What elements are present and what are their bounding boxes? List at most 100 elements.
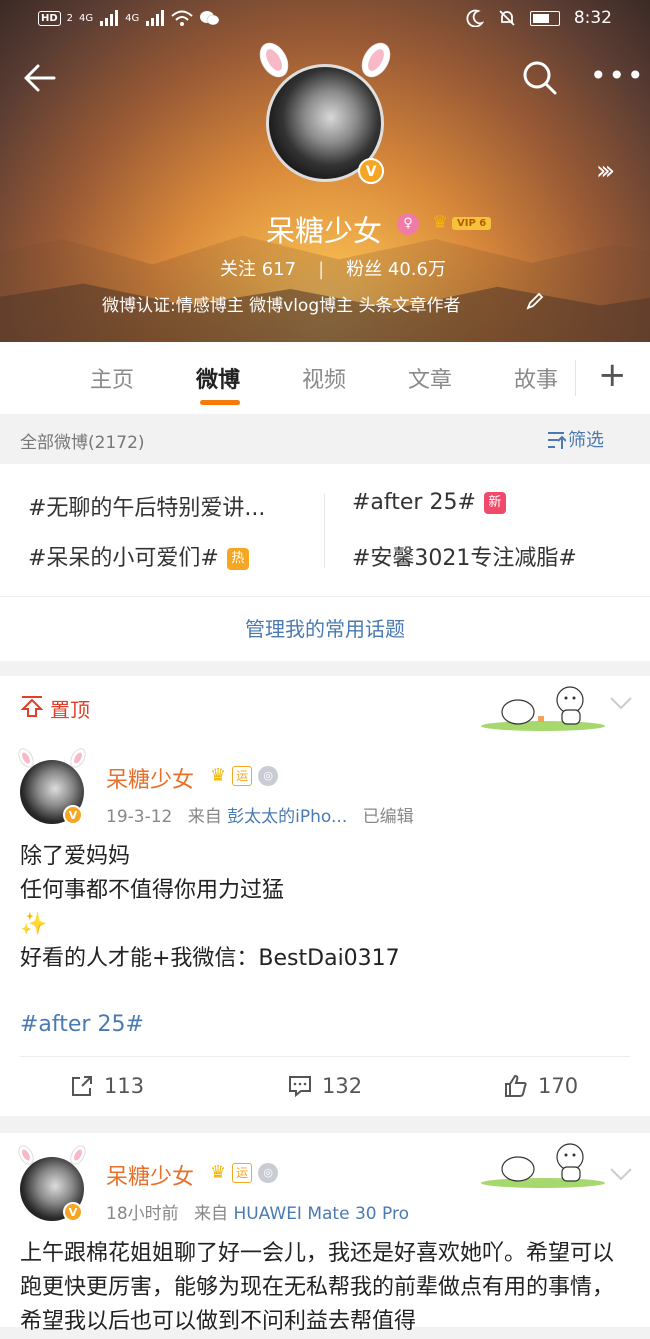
post-author-name[interactable]: 呆糖少女 — [106, 1159, 194, 1191]
topic-item[interactable]: #after 25# 新 — [352, 490, 506, 515]
from-label: 来自 — [194, 1204, 229, 1224]
author-badges: ♛ 运 ◎ — [210, 1162, 279, 1183]
wechat-icon — [200, 11, 220, 26]
tab-weibo[interactable]: 微博 — [196, 362, 240, 394]
battery-icon — [529, 10, 560, 26]
active-tab-indicator — [200, 400, 240, 405]
vip-badge[interactable]: VIP 6 — [452, 217, 492, 230]
repost-button[interactable]: 113 — [70, 1074, 144, 1098]
profile-tabs: 主页 微博 视频 文章 故事 + — [0, 342, 650, 414]
crown-icon: ♛ — [432, 212, 449, 233]
signal-icon — [100, 10, 119, 26]
tab-stories[interactable]: 故事 — [514, 362, 558, 394]
post-author-name[interactable]: 呆糖少女 — [106, 762, 194, 794]
verified-badge-icon: V — [63, 805, 83, 825]
from-label: 来自 — [187, 807, 222, 827]
post-card[interactable]: V 呆糖少女 ♛ 运 ◎ 18小时前 来自 HUAWEI Mate 30 Pro… — [0, 1133, 650, 1334]
verified-badge-icon: V — [358, 158, 384, 184]
author-badges: ♛ 运 ◎ — [210, 765, 279, 786]
verification-text: 微博认证:情感博主 微博vlog博主 头条文章作者 — [102, 296, 461, 316]
new-badge: 新 — [483, 492, 506, 514]
fans-count: 40.6万 — [387, 259, 446, 280]
divider — [575, 360, 576, 396]
post-text-line: 好看的人才能+我微信：BestDai0317 — [20, 946, 400, 971]
tab-home[interactable]: 主页 — [90, 362, 134, 394]
sheep-sticker-decoration — [481, 686, 605, 731]
post-meta: 18小时前 来自 HUAWEI Mate 30 Pro — [106, 1199, 409, 1224]
sheep-sticker-decoration — [481, 1143, 605, 1188]
topic-text: #呆呆的小可爱们# — [28, 546, 219, 571]
follow-label: 关注 — [220, 259, 256, 280]
fans-stat[interactable]: 粉丝 40.6万 — [346, 259, 446, 280]
crown-icon: ♛ — [210, 765, 227, 786]
hot-badge: 热 — [226, 548, 249, 570]
search-icon[interactable] — [520, 58, 560, 98]
more-options-icon[interactable]: ••• — [590, 62, 644, 90]
status-bar: HD 2 4G 4G 8:32 — [0, 0, 650, 40]
edited-label: 已编辑 — [362, 807, 414, 827]
pinned-header: 置顶 — [0, 676, 650, 737]
thumbs-up-icon — [505, 1074, 527, 1097]
post-count: 全部微博(2172) — [20, 433, 145, 453]
post-date: 19-3-12 — [106, 807, 173, 827]
comment-icon — [289, 1076, 311, 1098]
topics-panel: #无聊的午后特别爱讲... #after 25# 新 #呆呆的小可爱们# 热 #安馨… — [0, 464, 650, 596]
back-arrow-icon[interactable] — [20, 58, 60, 98]
post-text-line: 除了爱妈妈 — [20, 844, 131, 869]
verified-badge-icon: V — [63, 1202, 83, 1222]
post-source[interactable]: HUAWEI Mate 30 Pro — [233, 1204, 409, 1224]
topic-text: #安馨3021专注减脂# — [352, 546, 577, 571]
divider — [324, 494, 325, 568]
sim-number: 2 — [66, 12, 74, 24]
signal-icon — [146, 10, 165, 26]
tab-articles[interactable]: 文章 — [408, 362, 452, 394]
status-time: 8:32 — [573, 8, 612, 28]
post-text-line: 任何事都不值得你用力过猛 — [20, 878, 285, 903]
moon-icon — [466, 9, 484, 27]
female-icon: ♀ — [397, 213, 419, 235]
filter-bar: 全部微博(2172) 筛选 — [0, 414, 650, 464]
comment-count: 132 — [322, 1074, 363, 1098]
follow-count: 617 — [261, 259, 297, 280]
post-meta: 19-3-12 来自 彭太太的iPho... 已编辑 — [106, 802, 414, 827]
topic-text: #无聊的午后特别爱讲... — [28, 496, 266, 521]
add-tab-icon[interactable]: + — [598, 358, 627, 392]
manage-topics-button[interactable]: 管理我的常用话题 — [0, 596, 650, 661]
topic-item[interactable]: #呆呆的小可爱们# 热 — [28, 540, 249, 572]
divider: | — [318, 259, 325, 280]
profile-header: HD 2 4G 4G 8:32 ••• V ››› 呆糖少女 ♀ ♛ VIP 6… — [0, 0, 650, 342]
mute-icon — [499, 10, 515, 26]
edit-pencil-icon[interactable] — [526, 292, 544, 310]
profile-name: 呆糖少女 — [266, 214, 383, 248]
luck-badge: 运 — [232, 765, 253, 786]
like-button[interactable]: 170 — [504, 1074, 578, 1098]
crown-icon: ♛ — [210, 1162, 227, 1183]
filter-icon[interactable] — [546, 430, 566, 450]
share-icon — [72, 1076, 92, 1096]
follow-stat[interactable]: 关注 617 — [220, 259, 296, 280]
topic-item[interactable]: #无聊的午后特别爱讲... — [28, 490, 265, 522]
chevrons-right-icon[interactable]: ››› — [596, 156, 615, 186]
sparkle-emoji: ✨ — [20, 912, 48, 937]
comment-button[interactable]: 132 — [288, 1074, 362, 1098]
tab-video[interactable]: 视频 — [302, 362, 346, 394]
fans-label: 粉丝 — [346, 259, 383, 280]
post-source[interactable]: 彭太太的iPho... — [227, 807, 347, 827]
chevron-down-icon[interactable] — [610, 696, 632, 710]
topic-item[interactable]: #安馨3021专注减脂# — [352, 540, 577, 572]
like-count: 170 — [538, 1074, 579, 1098]
wifi-icon — [171, 10, 193, 26]
divider — [20, 1056, 630, 1057]
topic-text: #after 25# — [352, 490, 476, 515]
profile-stats: 关注 617 | 粉丝 40.6万 — [220, 255, 446, 281]
pinned-label: 置顶 — [50, 698, 90, 722]
medal-icon: ◎ — [258, 765, 279, 786]
post-card[interactable]: V 呆糖少女 ♛ 运 ◎ 19-3-12 来自 彭太太的iPho... 已编辑 … — [0, 736, 650, 1116]
post-hashtag[interactable]: #after 25# — [20, 1012, 144, 1037]
chevron-down-icon[interactable] — [610, 1167, 632, 1181]
repost-count: 113 — [104, 1074, 145, 1098]
pin-icon — [20, 696, 44, 717]
luck-badge: 运 — [232, 1162, 253, 1183]
network-type: 4G — [79, 12, 94, 24]
filter-button[interactable]: 筛选 — [568, 426, 604, 452]
